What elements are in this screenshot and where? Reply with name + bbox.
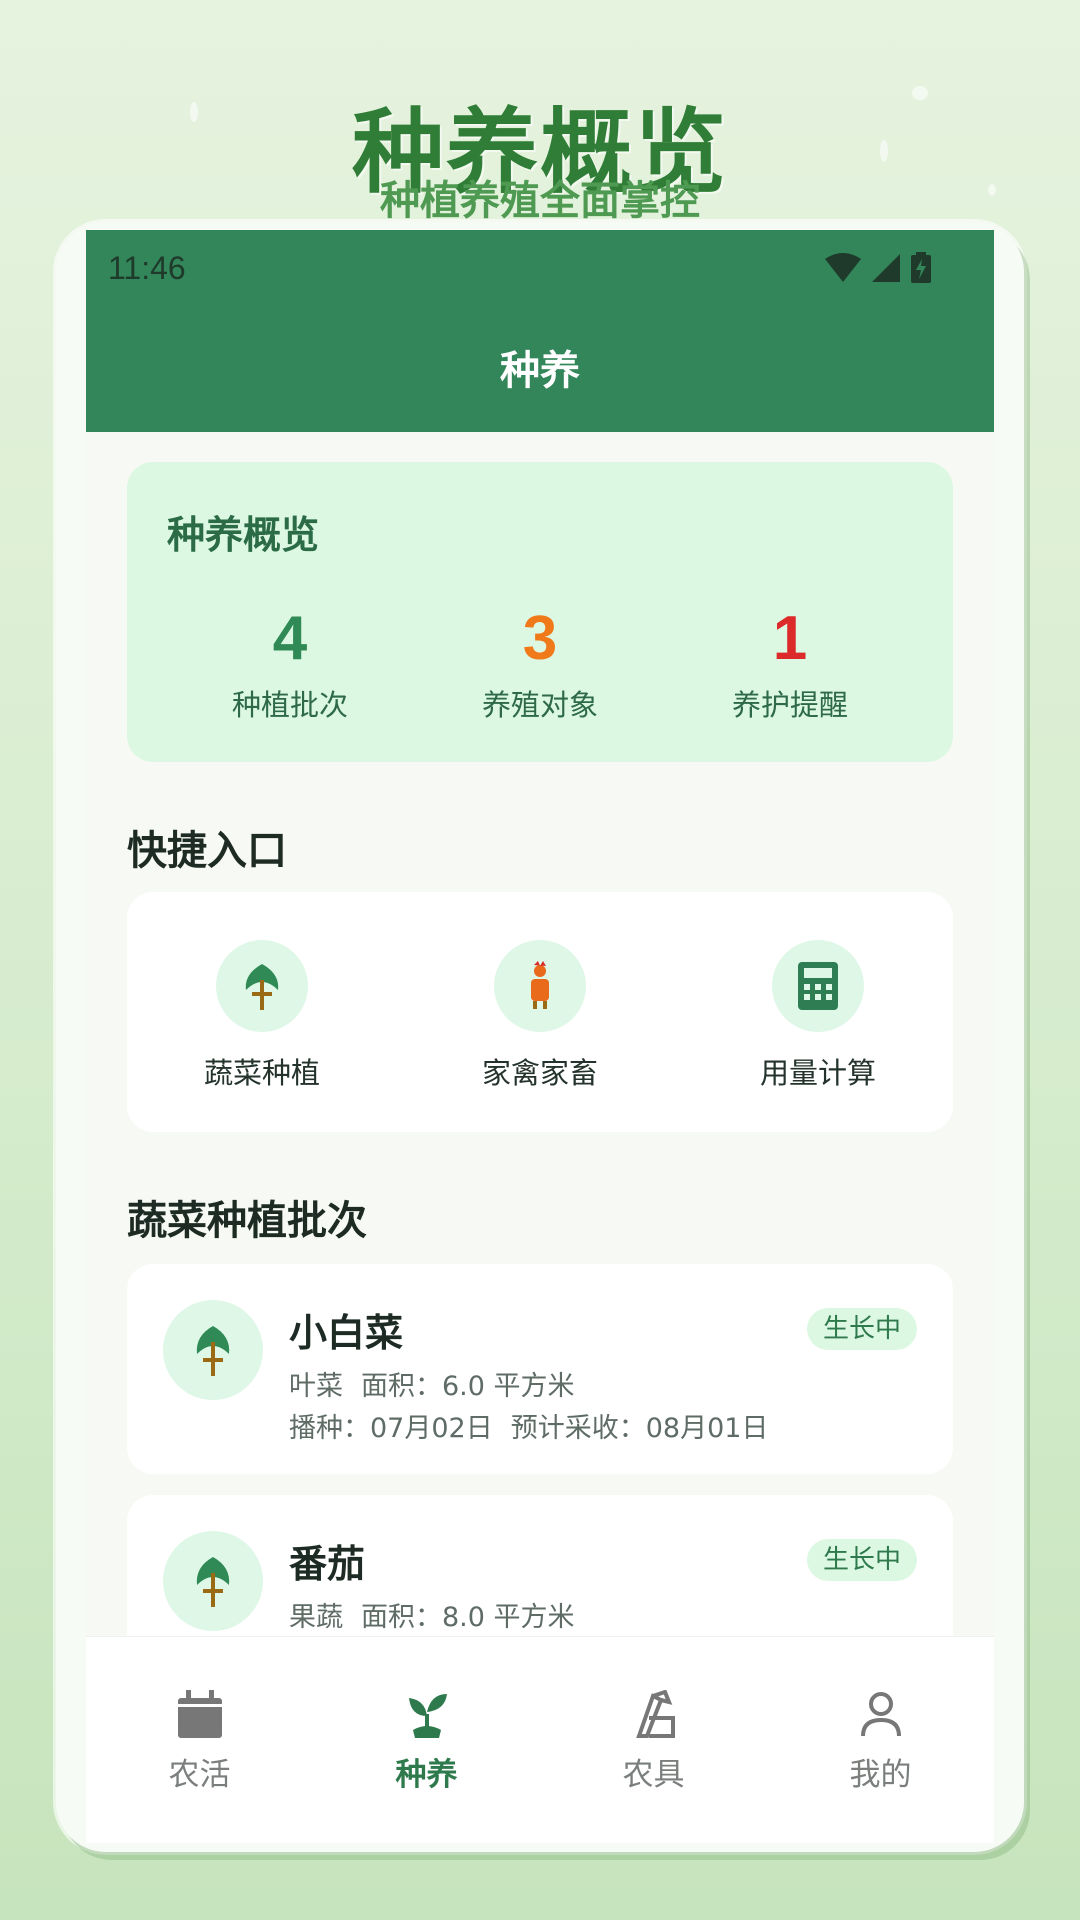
batch-harvest-date: 预计采收：08月01日	[510, 1413, 769, 1444]
quick-vegetable-planting[interactable]: 蔬菜种植	[142, 940, 382, 1092]
sprout-icon	[216, 940, 308, 1032]
nav-label: 我的	[849, 1757, 912, 1793]
nav-label: 农具	[622, 1757, 685, 1793]
app-screen: 11:46 种养 种养概览 4 种植批次 3 养殖对象 1 养护提醒 快捷入口 …	[86, 230, 994, 1843]
nav-tab-profile[interactable]: 我的	[767, 1687, 994, 1794]
promo-subtitle: 种植养殖全面掌控	[380, 178, 700, 224]
batch-name: 番茄	[289, 1542, 366, 1586]
nav-label: 农活	[168, 1757, 231, 1793]
quick-label: 蔬菜种植	[203, 1056, 320, 1090]
sprout-icon	[163, 1300, 263, 1400]
quick-entry-title: 快捷入口	[127, 828, 287, 874]
batches-title: 蔬菜种植批次	[127, 1198, 367, 1244]
batch-meta-line: 叶菜 面积：6.0 平方米	[289, 1364, 593, 1403]
quick-label: 家禽家畜	[481, 1056, 598, 1090]
stat-value: 4	[272, 604, 308, 673]
nav-tab-tools[interactable]: 农具	[540, 1687, 767, 1794]
app-bar: 11:46 种养	[86, 230, 994, 432]
signal-icon	[872, 254, 900, 282]
stat-label: 养殖对象	[481, 688, 598, 722]
status-badge: 生长中	[806, 1308, 917, 1350]
batch-sow-date: 播种：07月02日	[289, 1413, 493, 1444]
batch-area: 面积：6.0 平方米	[361, 1371, 575, 1402]
calculator-icon	[772, 940, 864, 1032]
status-time: 11:46	[108, 250, 186, 286]
batch-name: 小白菜	[289, 1311, 404, 1355]
phone-frame: 11:46 种养 种养概览 4 种植批次 3 养殖对象 1 养护提醒 快捷入口 …	[56, 222, 1024, 1852]
stat-care-reminders[interactable]: 1 养护提醒	[670, 604, 910, 724]
quick-label: 用量计算	[759, 1056, 876, 1090]
quick-dosage-calculator[interactable]: 用量计算	[698, 940, 938, 1092]
poultry-icon	[494, 940, 586, 1032]
status-badge: 生长中	[806, 1539, 917, 1581]
bottom-nav: 农活 种养 农具 我的	[86, 1636, 994, 1843]
batch-date-line: 播种：07月02日 预计采收：08月01日	[289, 1406, 786, 1445]
quick-entry-card: 蔬菜种植 家禽家畜 用量计算	[127, 892, 953, 1132]
quick-poultry-livestock[interactable]: 家禽家畜	[420, 940, 660, 1092]
batch-area: 面积：8.0 平方米	[361, 1602, 575, 1633]
batch-type: 叶菜	[289, 1371, 343, 1402]
stat-breeding-objects[interactable]: 3 养殖对象	[420, 604, 660, 724]
stat-value: 1	[772, 604, 808, 673]
sprout-icon	[163, 1531, 263, 1631]
stat-label: 种植批次	[231, 688, 348, 722]
wifi-icon	[825, 253, 861, 282]
tool-icon	[540, 1687, 767, 1743]
nav-tab-planting[interactable]: 种养	[313, 1687, 540, 1794]
overview-card: 种养概览 4 种植批次 3 养殖对象 1 养护提醒	[127, 462, 953, 762]
nav-label: 种养	[395, 1757, 458, 1793]
stat-planting-batches[interactable]: 4 种植批次	[170, 604, 410, 724]
stat-value: 3	[522, 604, 558, 673]
batch-meta-line: 果蔬 面积：8.0 平方米	[289, 1595, 593, 1634]
user-icon	[767, 1687, 994, 1743]
page-title: 种养	[500, 348, 580, 394]
stat-label: 养护提醒	[731, 688, 848, 722]
batch-card-pakchoi[interactable]: 小白菜 生长中 叶菜 面积：6.0 平方米 播种：07月02日 预计采收：08月01…	[127, 1264, 953, 1474]
battery-icon	[911, 252, 931, 283]
calendar-icon	[86, 1687, 313, 1743]
status-icons	[824, 252, 932, 284]
overview-title: 种养概览	[167, 513, 320, 557]
batch-type: 果蔬	[289, 1602, 343, 1633]
nav-tab-farm-work[interactable]: 农活	[86, 1687, 313, 1794]
plant-icon	[313, 1687, 540, 1743]
